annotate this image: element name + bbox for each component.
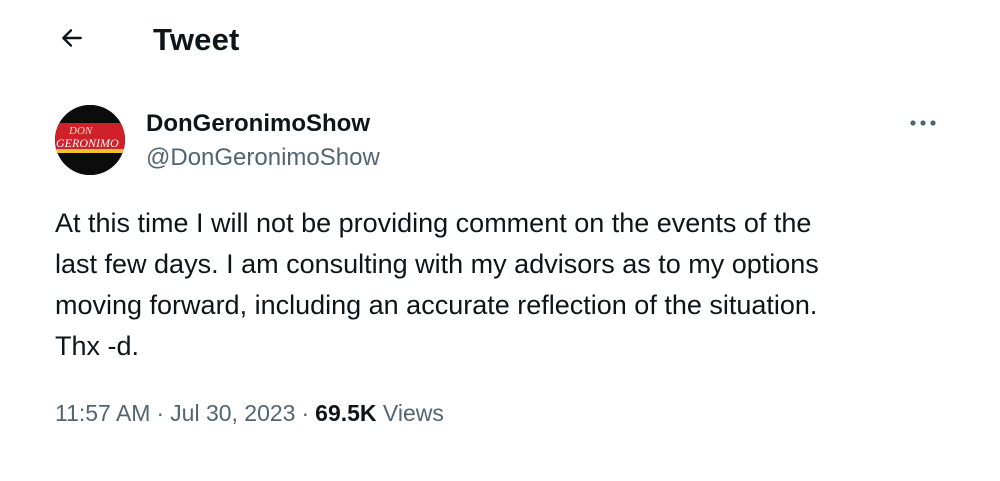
tweet-text: At this time I will not be providing com…: [55, 208, 819, 361]
page-title: Tweet: [153, 22, 240, 57]
tweet-time[interactable]: 11:57 AM: [55, 400, 150, 426]
author-handle[interactable]: @DonGeronimoShow: [146, 144, 380, 172]
avatar-text-bottom: GERONIMO: [56, 136, 119, 150]
avatar[interactable]: DON GERONIMO: [55, 105, 125, 175]
author-display-name[interactable]: DonGeronimoShow: [146, 110, 370, 138]
tweet-meta: 11:57 AM · Jul 30, 2023 · 69.5K Views: [55, 400, 444, 427]
views-label: Views: [382, 400, 444, 426]
tweet-page: Tweet DON GERONIMO DonGeronimoShow @DonG…: [0, 0, 1000, 481]
page-header: Tweet: [0, 0, 1000, 80]
views-count: 69.5K: [315, 400, 377, 426]
meta-separator: ·: [301, 400, 310, 426]
tweet-date[interactable]: Jul 30, 2023: [170, 400, 295, 426]
meta-separator: ·: [156, 400, 165, 426]
arrow-left-icon: [59, 25, 85, 56]
back-button[interactable]: [52, 20, 92, 60]
more-options-button[interactable]: [900, 106, 946, 142]
more-horizontal-icon: [908, 115, 938, 133]
